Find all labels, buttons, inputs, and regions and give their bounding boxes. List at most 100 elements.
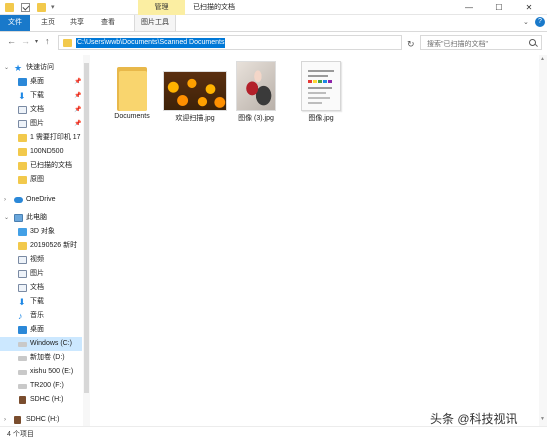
sidebar-item-downloads[interactable]: ⬇ 下载 bbox=[0, 295, 82, 309]
pin-icon[interactable]: 📌 bbox=[74, 75, 81, 89]
sidebar-item-label: Windows (C:) bbox=[30, 340, 73, 347]
search-input[interactable]: 搜索"已扫描的文档" bbox=[420, 35, 542, 50]
sidebar-item-folder[interactable]: 20190526 新时 bbox=[0, 239, 82, 253]
maximize-button[interactable]: ☐ bbox=[484, 0, 514, 15]
chevron-down-icon[interactable]: ⌄ bbox=[4, 211, 9, 225]
tab-picture-tools[interactable]: 图片工具 bbox=[134, 15, 176, 31]
sidebar-item-documents[interactable]: 文档 bbox=[0, 281, 82, 295]
file-name: 欢迎扫描.jpg bbox=[175, 115, 215, 122]
forward-button[interactable]: → bbox=[21, 36, 30, 46]
properties-check-icon[interactable] bbox=[21, 3, 30, 12]
sidebar-item-3d-objects[interactable]: 3D 对象 bbox=[0, 225, 82, 239]
sidebar-item-documents[interactable]: 文档 📌 bbox=[0, 103, 82, 117]
sidebar-item-sd-card[interactable]: › SDHC (H:) bbox=[0, 413, 82, 426]
sidebar-item-label: 原图 bbox=[30, 176, 44, 183]
pin-icon[interactable]: 📌 bbox=[74, 117, 81, 131]
sidebar-scrollbar[interactable] bbox=[83, 55, 90, 426]
navigation-pane: ⌄ ★ 快速访问 桌面 📌 ⬇ 下载 📌 文档 📌 图片 📌 1 需要打印机 1… bbox=[0, 55, 90, 426]
help-icon[interactable]: ? bbox=[535, 17, 545, 27]
sidebar-item-label: OneDrive bbox=[26, 196, 56, 203]
sidebar-item-drive-h[interactable]: SDHC (H:) bbox=[0, 393, 82, 407]
music-icon: ♪ bbox=[18, 311, 23, 321]
sidebar-item-drive-e[interactable]: xishu 500 (E:) bbox=[0, 365, 82, 379]
sidebar-item-label: SDHC (H:) bbox=[30, 396, 64, 403]
refresh-button[interactable]: ↻ bbox=[407, 39, 415, 50]
sidebar-item-label: 音乐 bbox=[30, 312, 44, 319]
drive-icon bbox=[18, 384, 27, 389]
folder-icon bbox=[117, 67, 147, 111]
tab-view[interactable]: 查看 bbox=[95, 15, 121, 31]
pictures-icon bbox=[18, 120, 27, 128]
sidebar-item-pictures[interactable]: 图片 bbox=[0, 267, 82, 281]
documents-icon bbox=[18, 284, 27, 292]
quick-access-dropdown-icon[interactable]: ▾ bbox=[51, 3, 55, 12]
file-item[interactable]: 欢迎扫描.jpg bbox=[163, 59, 227, 129]
address-bar[interactable]: C:\Users\wwb\Documents\Scanned Documents… bbox=[58, 35, 454, 50]
sidebar-item-label: 1 需要打印机 17 bbox=[30, 134, 81, 141]
folder-icon bbox=[63, 39, 72, 47]
new-folder-icon[interactable] bbox=[37, 3, 46, 12]
sidebar-item-downloads[interactable]: ⬇ 下载 📌 bbox=[0, 89, 82, 103]
sidebar-item-label: 快速访问 bbox=[26, 64, 54, 71]
file-name: 图像.jpg bbox=[308, 115, 334, 122]
scroll-up-icon[interactable]: ▲ bbox=[540, 56, 545, 62]
sidebar-item-desktop[interactable]: 桌面 bbox=[0, 323, 82, 337]
scroll-down-icon[interactable]: ▼ bbox=[540, 416, 545, 422]
sidebar-item-desktop[interactable]: 桌面 📌 bbox=[0, 75, 82, 89]
folder-icon[interactable] bbox=[5, 3, 14, 12]
address-path[interactable]: C:\Users\wwb\Documents\Scanned Documents bbox=[76, 38, 226, 48]
download-icon: ⬇ bbox=[18, 91, 26, 101]
file-item[interactable]: 图像 (3).jpg bbox=[224, 59, 288, 129]
sidebar-item-onedrive[interactable]: › OneDrive bbox=[0, 193, 82, 207]
sidebar-item-this-pc[interactable]: ⌄ 此电脑 bbox=[0, 211, 82, 225]
sidebar-item-label: 图片 bbox=[30, 270, 44, 277]
file-item[interactable]: Documents bbox=[100, 59, 164, 129]
sidebar-item-drive-f[interactable]: TR200 (F:) bbox=[0, 379, 82, 393]
chevron-down-icon[interactable]: ⌄ bbox=[4, 61, 9, 75]
up-button[interactable]: ↑ bbox=[45, 36, 50, 46]
sidebar-item-videos[interactable]: 视频 bbox=[0, 253, 82, 267]
pin-icon[interactable]: 📌 bbox=[74, 89, 81, 103]
search-icon bbox=[529, 39, 536, 46]
sidebar-item-label: TR200 (F:) bbox=[30, 382, 64, 389]
sidebar-item-folder[interactable]: 原图 bbox=[0, 173, 82, 187]
back-button[interactable]: ← bbox=[7, 36, 16, 46]
videos-icon bbox=[18, 256, 27, 264]
sidebar-item-quick-access[interactable]: ⌄ ★ 快速访问 bbox=[0, 61, 82, 75]
content-scrollbar[interactable]: ▲ ▼ bbox=[539, 55, 547, 426]
sidebar-item-pictures[interactable]: 图片 📌 bbox=[0, 117, 82, 131]
search-placeholder: 搜索"已扫描的文档" bbox=[427, 41, 488, 48]
folder-icon bbox=[18, 134, 27, 142]
recent-locations-icon[interactable]: ▾ bbox=[35, 38, 38, 45]
sidebar-item-folder[interactable]: 已扫描的文档 bbox=[0, 159, 82, 173]
scrollbar-thumb[interactable] bbox=[84, 63, 89, 393]
sd-card-icon bbox=[14, 416, 21, 424]
chevron-right-icon[interactable]: › bbox=[4, 193, 6, 207]
ribbon-tabs: 文件 主页 共享 查看 图片工具 ⌄ ? bbox=[0, 15, 547, 32]
download-icon: ⬇ bbox=[18, 297, 26, 307]
sidebar-item-music[interactable]: ♪ 音乐 bbox=[0, 309, 82, 323]
sidebar-item-folder[interactable]: 100ND500 bbox=[0, 145, 82, 159]
documents-icon bbox=[18, 106, 27, 114]
sidebar-item-drive-c[interactable]: Windows (C:) bbox=[0, 337, 82, 351]
sidebar-item-folder[interactable]: 1 需要打印机 17 bbox=[0, 131, 82, 145]
tab-home[interactable]: 主页 bbox=[35, 15, 61, 31]
sidebar-item-drive-d[interactable]: 新加卷 (D:) bbox=[0, 351, 82, 365]
manage-context-tab[interactable]: 管理 bbox=[138, 0, 185, 15]
pin-icon[interactable]: 📌 bbox=[74, 103, 81, 117]
desktop-icon bbox=[18, 326, 27, 334]
sidebar-item-label: 桌面 bbox=[30, 78, 44, 85]
cloud-icon bbox=[14, 197, 23, 203]
close-button[interactable]: ✕ bbox=[514, 0, 544, 15]
file-item[interactable]: 图像.jpg bbox=[289, 59, 353, 129]
file-name: 图像 (3).jpg bbox=[238, 115, 274, 122]
expand-ribbon-icon[interactable]: ⌄ bbox=[523, 18, 529, 26]
drive-icon bbox=[18, 370, 27, 375]
tab-file[interactable]: 文件 bbox=[0, 15, 30, 31]
title-bar: ▾ 管理 已扫描的文档 — ☐ ✕ bbox=[0, 0, 547, 15]
chevron-right-icon[interactable]: › bbox=[4, 413, 6, 426]
sidebar-item-label: 下载 bbox=[30, 298, 44, 305]
tab-share[interactable]: 共享 bbox=[64, 15, 90, 31]
computer-icon bbox=[14, 214, 23, 222]
minimize-button[interactable]: — bbox=[454, 0, 484, 15]
